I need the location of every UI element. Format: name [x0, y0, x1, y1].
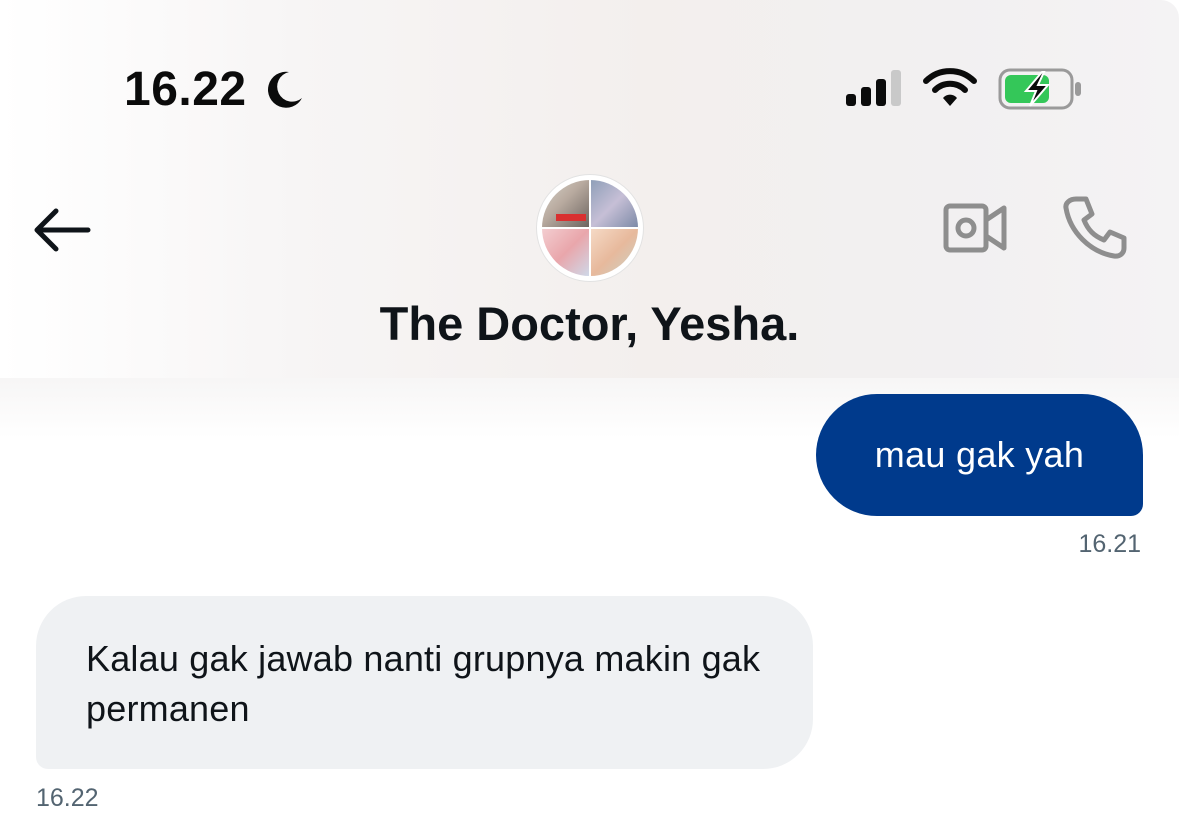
- conversation-title[interactable]: The Doctor, Yesha.: [0, 296, 1179, 351]
- sent-message-time: 16.21: [1078, 530, 1141, 558]
- moon-icon: [268, 71, 302, 108]
- dm-conversation-screen: 16.22 The Doctor, Yesha. mau gak yah 16.…: [0, 0, 1179, 830]
- sent-message-text: mau gak yah: [874, 434, 1085, 475]
- cellular-signal-icon: [846, 70, 901, 106]
- avatar-photo-1: [542, 180, 589, 227]
- group-avatar[interactable]: [537, 175, 643, 281]
- received-message-text: Kalau gak jawab nanti grupnya makin gak …: [86, 638, 761, 729]
- back-arrow-icon: [34, 208, 91, 252]
- back-button[interactable]: [30, 200, 94, 260]
- video-call-button[interactable]: [942, 200, 1008, 256]
- received-message-bubble[interactable]: Kalau gak jawab nanti grupnya makin gak …: [36, 596, 813, 769]
- avatar-sticker: [556, 214, 586, 221]
- sent-message-bubble[interactable]: mau gak yah: [816, 394, 1143, 516]
- wifi-icon: [923, 68, 977, 106]
- video-camera-icon: [943, 203, 1007, 253]
- phone-icon: [1063, 196, 1127, 259]
- battery-charging-icon: [998, 68, 1081, 110]
- voice-call-button[interactable]: [1062, 194, 1128, 260]
- received-message-time: 16.22: [36, 784, 99, 812]
- status-time: 16.22: [124, 63, 247, 116]
- avatar-collage: [542, 180, 638, 276]
